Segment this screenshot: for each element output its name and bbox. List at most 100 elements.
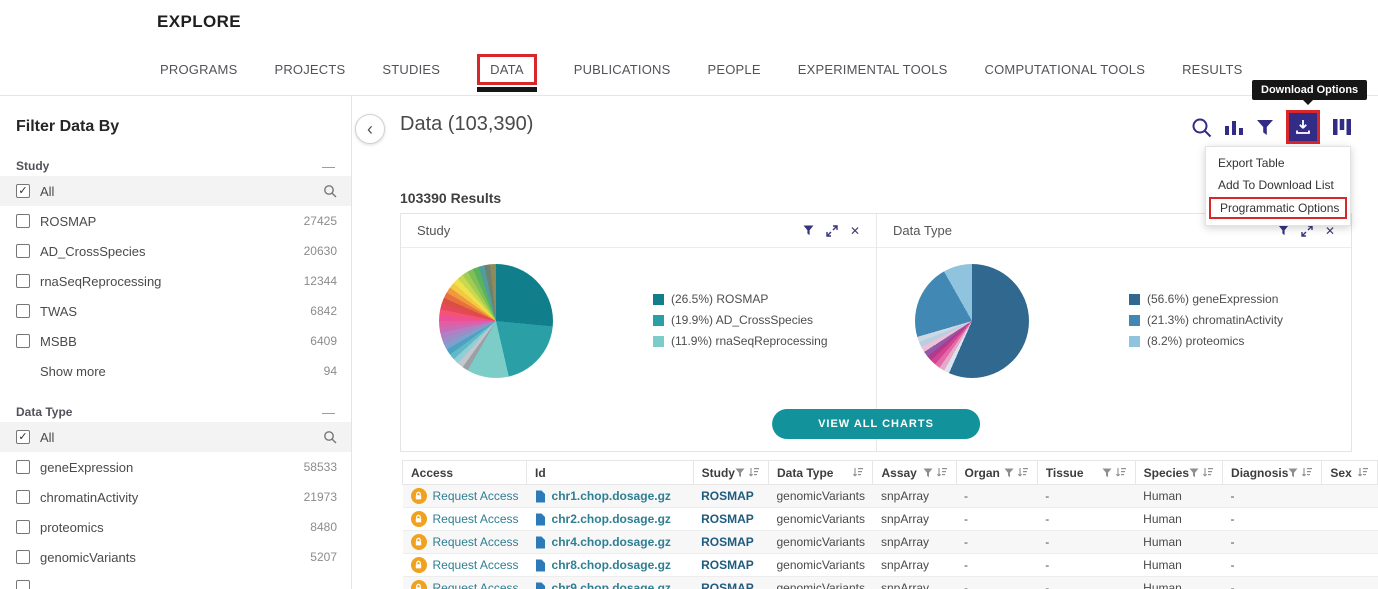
column-header-tissue[interactable]: Tissue <box>1037 461 1135 485</box>
expand-icon[interactable] <box>1301 225 1313 237</box>
request-access-link[interactable]: Request Access <box>433 489 519 503</box>
facet-datatype-genomicvariants[interactable]: genomicVariants 5207 <box>0 542 351 572</box>
bar-chart-icon[interactable] <box>1224 118 1244 136</box>
menu-item-export-table[interactable]: Export Table <box>1206 152 1350 174</box>
legend-label: (11.9%) rnaSeqReprocessing <box>671 334 828 348</box>
close-icon[interactable]: ✕ <box>850 224 860 238</box>
show-more-count: 94 <box>324 364 337 378</box>
file-icon <box>535 513 546 526</box>
study-link[interactable]: ROSMAP <box>701 489 754 503</box>
facet-study-rosmap[interactable]: ROSMAP 27425 <box>0 206 351 236</box>
checkbox[interactable] <box>16 214 30 228</box>
tab-studies[interactable]: STUDIES <box>382 62 440 77</box>
facet-study-twas[interactable]: TWAS 6842 <box>0 296 351 326</box>
filter-icon[interactable] <box>1256 119 1274 136</box>
tab-experimental-tools[interactable]: EXPERIMENTAL TOOLS <box>798 62 948 77</box>
cell-diagnosis: - <box>1223 577 1322 589</box>
column-header-study[interactable]: Study <box>693 461 768 485</box>
study-link[interactable]: ROSMAP <box>701 581 754 589</box>
file-name-link[interactable]: chr9.chop.dosage.gz <box>552 581 671 589</box>
study-link[interactable]: ROSMAP <box>701 558 754 572</box>
facet-datatype-all[interactable]: ✓ All <box>0 422 351 452</box>
legend-label: (21.3%) chromatinActivity <box>1147 313 1283 327</box>
tab-results[interactable]: RESULTS <box>1182 62 1242 77</box>
collapse-section-icon[interactable]: — <box>322 405 335 420</box>
tab-programs[interactable]: PROGRAMS <box>160 62 237 77</box>
search-icon[interactable] <box>323 184 337 198</box>
tab-computational-tools[interactable]: COMPUTATIONAL TOOLS <box>985 62 1146 77</box>
column-header-diagnosis[interactable]: Diagnosis <box>1223 461 1322 485</box>
cell-species: Human <box>1135 508 1222 531</box>
cell-species: Human <box>1135 531 1222 554</box>
view-all-charts-button[interactable]: VIEW ALL CHARTS <box>772 409 980 439</box>
menu-item-add-to-download-list[interactable]: Add To Download List <box>1206 174 1350 196</box>
file-name-link[interactable]: chr2.chop.dosage.gz <box>552 512 671 526</box>
legend-item: (26.5%) ROSMAP <box>653 292 828 306</box>
expand-icon[interactable] <box>826 225 838 237</box>
column-header-id[interactable]: Id <box>527 461 694 485</box>
chart-title: Study <box>417 223 450 238</box>
request-access-link[interactable]: Request Access <box>433 581 519 589</box>
filter-icon <box>1288 468 1298 478</box>
study-link[interactable]: ROSMAP <box>701 535 754 549</box>
request-access-link[interactable]: Request Access <box>433 535 519 549</box>
file-name-link[interactable]: chr8.chop.dosage.gz <box>552 558 671 572</box>
column-header-access[interactable]: Access <box>403 461 527 485</box>
download-icon[interactable] <box>1289 113 1317 141</box>
datatype-pie-chart[interactable] <box>915 264 1029 378</box>
checkbox-checked[interactable]: ✓ <box>16 430 30 444</box>
menu-item-programmatic-options[interactable]: Programmatic Options <box>1209 197 1347 219</box>
column-header-sex[interactable]: Sex <box>1322 461 1378 485</box>
checkbox[interactable] <box>16 334 30 348</box>
checkbox[interactable] <box>16 550 30 564</box>
request-access-link[interactable]: Request Access <box>433 558 519 572</box>
cell-diagnosis: - <box>1223 485 1322 508</box>
facet-study-msbb[interactable]: MSBB 6409 <box>0 326 351 356</box>
search-icon[interactable] <box>323 430 337 444</box>
cell-sex <box>1322 554 1378 577</box>
search-icon[interactable] <box>1191 117 1212 138</box>
tab-data[interactable]: DATA <box>477 54 537 85</box>
checkbox-checked[interactable]: ✓ <box>16 184 30 198</box>
tab-projects[interactable]: PROJECTS <box>274 62 345 77</box>
facet-datatype-proteomics[interactable]: proteomics 8480 <box>0 512 351 542</box>
columns-icon[interactable] <box>1332 118 1352 136</box>
checkbox[interactable] <box>16 490 30 504</box>
column-header-assay[interactable]: Assay <box>873 461 956 485</box>
collapse-section-icon[interactable]: — <box>322 159 335 174</box>
facet-study-rnaseqreprocessing[interactable]: rnaSeqReprocessing 12344 <box>0 266 351 296</box>
study-chart-header: Study ✕ <box>401 214 876 248</box>
checkbox[interactable] <box>16 244 30 258</box>
facet-count: 6842 <box>310 304 337 318</box>
column-header-organ[interactable]: Organ <box>956 461 1037 485</box>
legend-swatch <box>653 336 664 347</box>
column-header-species[interactable]: Species <box>1135 461 1222 485</box>
tab-publications[interactable]: PUBLICATIONS <box>574 62 671 77</box>
column-header-data-type[interactable]: Data Type <box>768 461 873 485</box>
study-pie-chart[interactable] <box>439 264 553 378</box>
filter-icon[interactable] <box>1278 225 1289 236</box>
file-name-link[interactable]: chr4.chop.dosage.gz <box>552 535 671 549</box>
checkbox[interactable] <box>16 460 30 474</box>
facet-label: chromatinActivity <box>40 490 304 505</box>
tooltip-arrow <box>1303 100 1313 110</box>
sort-icon <box>748 467 760 478</box>
study-link[interactable]: ROSMAP <box>701 512 754 526</box>
checkbox[interactable] <box>16 520 30 534</box>
table-row: Request Access chr4.chop.dosage.gz ROSMA… <box>403 531 1378 554</box>
tab-people[interactable]: PEOPLE <box>708 62 761 77</box>
checkbox[interactable] <box>16 274 30 288</box>
checkbox[interactable] <box>16 304 30 318</box>
facet-datatype-chromatinactivity[interactable]: chromatinActivity 21973 <box>0 482 351 512</box>
facet-item-partial[interactable] <box>0 572 351 589</box>
filter-icon[interactable] <box>803 225 814 236</box>
sidebar-collapse-button[interactable]: ‹ <box>355 114 385 144</box>
checkbox[interactable] <box>16 580 30 589</box>
show-more-studies[interactable]: Show more 94 <box>0 356 351 386</box>
facet-study-ad-crossspecies[interactable]: AD_CrossSpecies 20630 <box>0 236 351 266</box>
file-name-link[interactable]: chr1.chop.dosage.gz <box>552 489 671 503</box>
facet-datatype-geneexpression[interactable]: geneExpression 58533 <box>0 452 351 482</box>
request-access-link[interactable]: Request Access <box>433 512 519 526</box>
facet-study-all[interactable]: ✓ All <box>0 176 351 206</box>
cell-organ: - <box>956 531 1037 554</box>
